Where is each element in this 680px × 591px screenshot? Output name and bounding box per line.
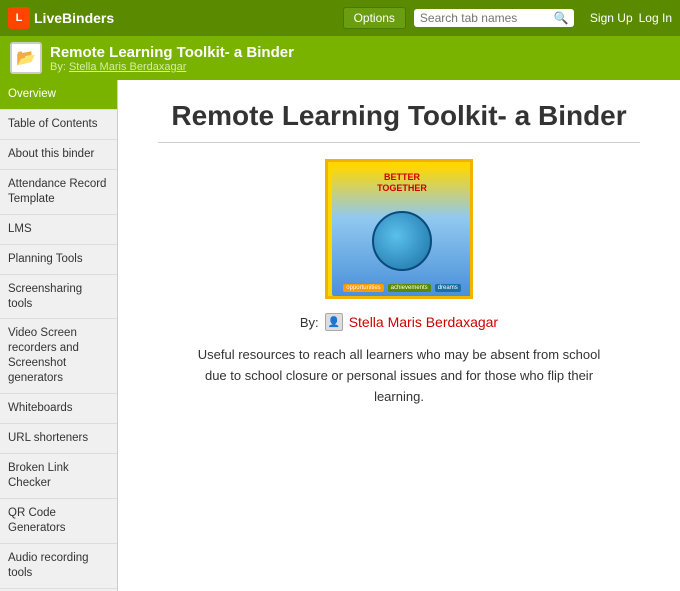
sidebar-item-1[interactable]: Table of Contents — [0, 110, 117, 140]
sidebar-item-0[interactable]: Overview — [0, 80, 117, 110]
log-in-link[interactable]: Log In — [639, 11, 672, 25]
logo-icon: L — [8, 7, 30, 29]
sidebar-item-10[interactable]: Broken Link Checker — [0, 454, 117, 499]
author-link-header[interactable]: Stella Maris Berdaxagar — [69, 61, 186, 73]
by-prefix: By: — [50, 61, 66, 73]
binder-cover: BETTERTOGETHER opportunities achievement… — [332, 166, 472, 296]
sidebar-item-11[interactable]: QR Code Generators — [0, 499, 117, 544]
search-input[interactable] — [420, 11, 550, 25]
badge-opportunities: opportunities — [343, 284, 383, 292]
author-link-content[interactable]: Stella Maris Berdaxagar — [349, 314, 498, 330]
search-icon: 🔍 — [554, 11, 569, 25]
sidebar-item-6[interactable]: Screensharing tools — [0, 275, 117, 320]
content-area: Remote Learning Toolkit- a Binder BETTER… — [118, 80, 680, 591]
badge-achievements: achievements — [388, 284, 431, 292]
binder-image-container: BETTERTOGETHER opportunities achievement… — [325, 159, 473, 299]
binder-title: Remote Learning Toolkit- a Binder — [50, 44, 294, 61]
cover-text: BETTERTOGETHER — [377, 172, 427, 194]
author-thumbnail: 👤 — [325, 313, 343, 331]
search-bar: 🔍 — [414, 9, 574, 27]
top-bar: L LiveBinders Options 🔍 Sign Up Log In — [0, 0, 680, 36]
sidebar-item-4[interactable]: LMS — [0, 215, 117, 245]
sidebar-item-5[interactable]: Planning Tools — [0, 245, 117, 275]
badge-dreams: dreams — [435, 284, 461, 292]
sidebar-item-9[interactable]: URL shorteners — [0, 424, 117, 454]
content-divider — [158, 142, 640, 143]
sidebar: OverviewTable of ContentsAbout this bind… — [0, 80, 118, 591]
header-band: 📂 Remote Learning Toolkit- a Binder By: … — [0, 36, 680, 80]
cover-bottom: opportunities achievements dreams — [343, 284, 460, 292]
options-button[interactable]: Options — [343, 7, 406, 29]
logo-text: LiveBinders — [34, 10, 114, 26]
logo-area: L LiveBinders — [8, 7, 114, 29]
sidebar-item-3[interactable]: Attendance Record Template — [0, 170, 117, 215]
main-layout: OverviewTable of ContentsAbout this bind… — [0, 80, 680, 591]
sidebar-item-2[interactable]: About this binder — [0, 140, 117, 170]
globe-icon — [372, 211, 432, 271]
binder-author: By: Stella Maris Berdaxagar — [50, 61, 294, 73]
binder-title-group: Remote Learning Toolkit- a Binder By: St… — [50, 44, 294, 73]
content-title: Remote Learning Toolkit- a Binder — [171, 100, 626, 132]
sidebar-item-8[interactable]: Whiteboards — [0, 394, 117, 424]
by-label: By: — [300, 315, 319, 330]
sign-up-link[interactable]: Sign Up — [590, 11, 633, 25]
description-text: Useful resources to reach all learners w… — [189, 345, 609, 407]
binder-icon: 📂 — [10, 42, 42, 74]
auth-links: Sign Up Log In — [590, 11, 672, 25]
sidebar-item-12[interactable]: Audio recording tools — [0, 544, 117, 589]
by-line: By: 👤 Stella Maris Berdaxagar — [300, 313, 498, 331]
sidebar-item-7[interactable]: Video Screen recorders and Screenshot ge… — [0, 319, 117, 394]
